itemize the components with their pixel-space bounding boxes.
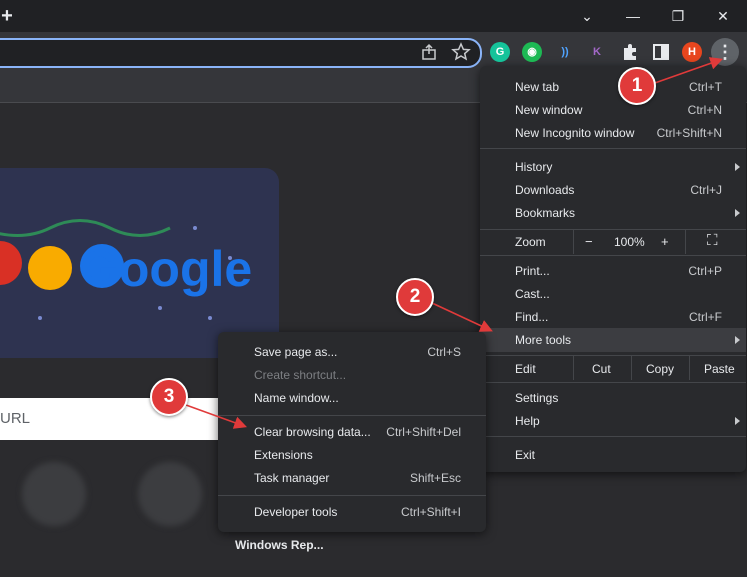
grammarly-icon[interactable]: G <box>490 42 510 62</box>
k-extension-icon[interactable]: K <box>587 42 607 62</box>
green-circle-extension-icon[interactable]: ◉ <box>522 42 542 62</box>
annotation-badge-3: 3 <box>150 378 188 416</box>
annotation-badge-2: 2 <box>396 278 434 316</box>
annotation-badge-1: 1 <box>618 67 656 105</box>
wireless-extension-icon[interactable]: )) <box>555 42 575 62</box>
